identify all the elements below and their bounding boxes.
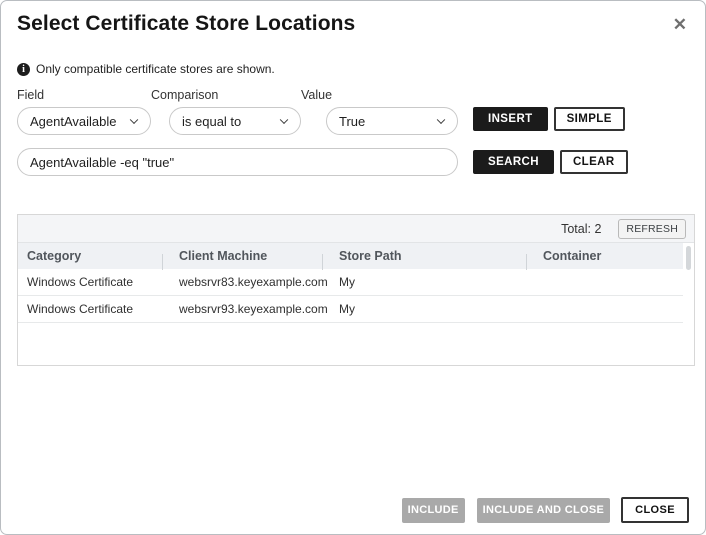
comparison-column: Comparison is equal to: [151, 88, 301, 135]
table-row[interactable]: Windows Certificate websrvr93.keyexample…: [18, 296, 683, 323]
insert-button[interactable]: INSERT: [473, 107, 548, 131]
field-label: Field: [17, 88, 151, 102]
value-label: Value: [301, 88, 458, 102]
chevron-down-icon: [280, 116, 288, 124]
close-icon[interactable]: ✕: [669, 10, 691, 39]
search-button[interactable]: SEARCH: [473, 150, 554, 174]
total-count: Total: 2: [561, 222, 601, 236]
include-button[interactable]: INCLUDE: [402, 498, 465, 523]
cell-category: Windows Certificate: [18, 275, 162, 289]
dialog-header: Select Certificate Store Locations ✕: [1, 1, 705, 39]
info-banner: i Only compatible certificate stores are…: [17, 62, 689, 76]
filter-section: Field AgentAvailable Comparison is equal…: [17, 88, 689, 176]
cell-client-machine: websrvr83.keyexample.com: [162, 275, 322, 289]
close-button[interactable]: CLOSE: [621, 497, 689, 523]
info-icon: i: [17, 63, 30, 76]
clear-button[interactable]: CLEAR: [560, 150, 628, 174]
table-header-row: Category Client Machine Store Path Conta…: [18, 243, 683, 269]
column-header-client-machine: Client Machine: [162, 249, 322, 263]
column-header-store-path: Store Path: [322, 249, 526, 263]
table-row[interactable]: Windows Certificate websrvr83.keyexample…: [18, 269, 683, 296]
select-certificate-store-locations-dialog: Select Certificate Store Locations ✕ i O…: [0, 0, 706, 535]
cell-category: Windows Certificate: [18, 302, 162, 316]
comparison-select[interactable]: is equal to: [169, 107, 301, 135]
table-toolbar: Total: 2 REFRESH: [18, 215, 694, 243]
table-scroll-area: Category Client Machine Store Path Conta…: [18, 243, 694, 365]
vertical-scrollbar-thumb[interactable]: [686, 246, 691, 270]
field-column: Field AgentAvailable: [17, 88, 151, 135]
include-and-close-button[interactable]: INCLUDE AND CLOSE: [477, 498, 610, 523]
filter-row-criteria: Field AgentAvailable Comparison is equal…: [17, 88, 689, 135]
info-text: Only compatible certificate stores are s…: [36, 62, 275, 76]
value-select-value: True: [339, 114, 365, 129]
criteria-buttons: INSERT SIMPLE: [473, 105, 625, 133]
chevron-down-icon: [130, 116, 138, 124]
simple-button[interactable]: SIMPLE: [554, 107, 625, 131]
value-select[interactable]: True: [326, 107, 458, 135]
dialog-footer: INCLUDE INCLUDE AND CLOSE CLOSE: [402, 497, 689, 523]
chevron-down-icon: [437, 116, 445, 124]
query-input[interactable]: [17, 148, 458, 176]
column-header-category: Category: [18, 249, 162, 263]
dialog-title: Select Certificate Store Locations: [17, 10, 355, 36]
comparison-label: Comparison: [151, 88, 301, 102]
results-table: Total: 2 REFRESH Category Client Machine…: [17, 214, 695, 366]
query-buttons: SEARCH CLEAR: [473, 150, 628, 174]
cell-client-machine: websrvr93.keyexample.com: [162, 302, 322, 316]
filter-row-query: SEARCH CLEAR: [17, 148, 689, 176]
value-column: Value True: [301, 88, 458, 135]
comparison-select-value: is equal to: [182, 114, 241, 129]
cell-store-path: My: [322, 275, 526, 289]
field-select[interactable]: AgentAvailable: [17, 107, 151, 135]
field-select-value: AgentAvailable: [30, 114, 117, 129]
refresh-button[interactable]: REFRESH: [618, 219, 686, 239]
column-header-container: Container: [526, 249, 683, 263]
cell-store-path: My: [322, 302, 526, 316]
